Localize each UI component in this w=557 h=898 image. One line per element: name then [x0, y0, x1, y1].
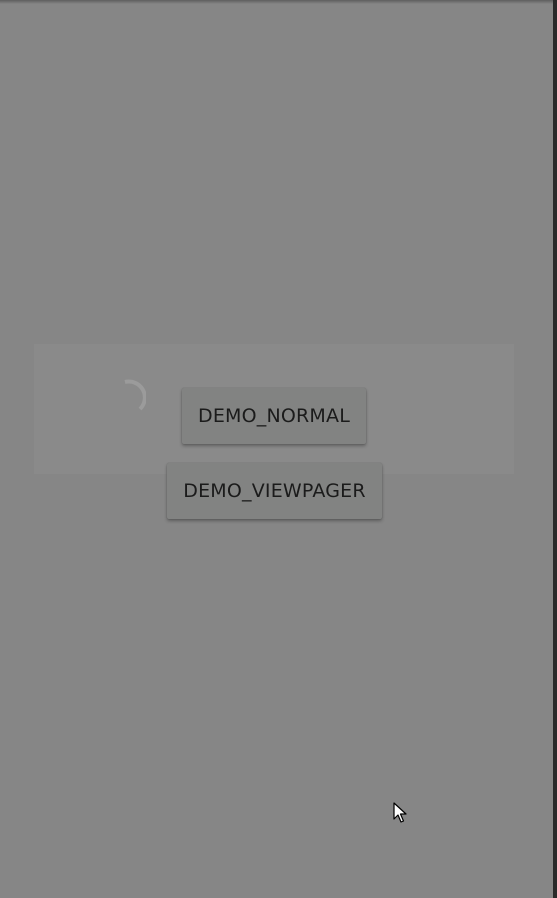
- app-screen: DEMO_NORMAL DEMO_VIEWPAGER: [0, 0, 553, 898]
- loading-spinner-icon: [124, 379, 146, 411]
- demo-normal-button[interactable]: DEMO_NORMAL: [182, 388, 366, 444]
- mouse-pointer-icon: [393, 802, 407, 823]
- demo-viewpager-button[interactable]: DEMO_VIEWPAGER: [167, 463, 382, 519]
- window-edge: [553, 0, 557, 898]
- status-bar-shadow: [0, 0, 553, 4]
